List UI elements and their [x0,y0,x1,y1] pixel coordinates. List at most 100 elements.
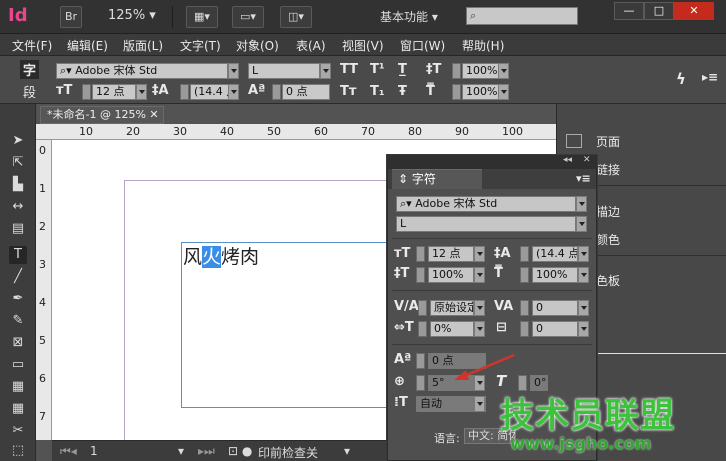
aki-dropdown[interactable] [578,321,589,337]
aki-field[interactable]: 0 [532,321,578,337]
menu-view[interactable]: 视图(V) [342,37,384,54]
menu-type[interactable]: 文字(T) [180,37,221,54]
links-panel-button[interactable]: 链接 [596,161,620,178]
document-tab[interactable]: *未命名-1 @ 125% ✕ [40,106,164,124]
panel-font-family-dropdown[interactable] [576,196,587,212]
zoom-level[interactable]: 125% ▾ [108,8,156,23]
tracking-dropdown[interactable] [578,300,589,316]
panel-font-family-field[interactable]: ⌕▾ Adobe 宋体 Std [396,196,576,212]
maximize-button[interactable]: □ [644,2,674,20]
vertical-scale-dropdown[interactable] [498,63,509,79]
quick-apply-icon[interactable]: ϟ [676,70,686,88]
color-panel-button[interactable]: 颜色 [596,231,620,248]
panel-vertical-scale-dropdown[interactable] [474,267,485,283]
character-rotation-stepper[interactable] [416,375,425,391]
panel-font-style-dropdown[interactable] [576,216,587,232]
auto-dropdown[interactable] [474,396,485,412]
baseline-shift-field[interactable]: 0 点 [282,84,330,100]
character-panel-header[interactable]: ◂◂ ✕ [387,155,597,169]
leading-field[interactable]: (14.4 点 [190,84,230,100]
character-panel-tab[interactable]: ⇕ 字符 [392,169,482,189]
search-input[interactable]: ⌕ [466,7,578,25]
font-size-field[interactable]: 12 点 [92,84,136,100]
menu-window[interactable]: 窗口(W) [400,37,445,54]
tracking-stepper[interactable] [520,300,529,316]
line-tool-icon[interactable]: ╱ [9,268,27,286]
panel-vertical-scale-field[interactable]: 100% [428,267,474,283]
type-tool-icon[interactable]: T [9,246,27,264]
font-size-dropdown[interactable] [136,84,147,100]
font-family-dropdown[interactable] [228,63,239,79]
horizontal-scale-dropdown[interactable] [498,84,509,100]
tsume-field[interactable]: 0% [430,321,474,337]
direct-selection-tool-icon[interactable]: ⇱ [9,154,27,172]
rectangle-tool-icon[interactable]: ▭ [9,356,27,374]
panel-horizontal-scale-stepper[interactable] [520,267,529,283]
first-page-icon[interactable]: ⏮◂ [60,444,77,459]
swatches-panel-button[interactable]: 色板 [596,272,620,289]
font-size-stepper[interactable] [82,84,91,100]
aki-stepper[interactable] [520,321,529,337]
strikethrough-icon[interactable]: Ŧ [398,84,407,99]
arrange-documents-button[interactable]: ◫▾ [280,6,312,28]
pencil-tool-icon[interactable]: ✎ [9,312,27,330]
scissors-tool-icon[interactable]: ✂ [9,422,27,440]
panel-horizontal-scale-field[interactable]: 100% [532,267,578,283]
leading-stepper[interactable] [180,84,189,100]
gap-tool-icon[interactable]: ↔ [9,198,27,216]
font-style-dropdown[interactable] [320,63,331,79]
content-collector-icon[interactable]: ▤ [9,220,27,238]
panel-baseline-shift-stepper[interactable] [416,353,425,369]
panel-close-icon[interactable]: ✕ [583,155,591,165]
collapse-icon[interactable]: ◂◂ [563,155,572,165]
all-caps-icon[interactable]: TT [340,62,358,77]
bridge-button[interactable]: Br [60,6,82,28]
panel-leading-dropdown[interactable] [578,246,589,262]
screen-mode-button[interactable]: ▭▾ [232,6,264,28]
next-page-icon[interactable]: ▸⏭ [198,444,215,459]
rectangle-frame-tool-icon[interactable]: ⊠ [9,334,27,352]
small-caps-icon[interactable]: Tт [340,84,356,99]
stroke-panel-button[interactable]: 描边 [596,203,620,220]
paragraph-controls-tab[interactable]: 段 [23,82,36,101]
frame-text[interactable]: 风火烤肉 [183,242,259,269]
character-panel-menu-icon[interactable]: ▾≡ [576,172,591,185]
pages-icon[interactable] [566,134,582,148]
font-style-field[interactable]: L [248,63,320,79]
pages-panel-button[interactable]: 页面 [596,133,620,150]
menu-layout[interactable]: 版面(L) [123,37,163,54]
minimize-button[interactable]: — [614,2,644,20]
page-tool-icon[interactable]: ▙ [9,176,27,194]
horizontal-scale-field[interactable]: 100% [462,84,500,100]
font-family-field[interactable]: ⌕▾ Adobe 宋体 Std [56,63,228,79]
tsume-stepper[interactable] [418,321,427,337]
workspace-switcher[interactable]: 基本功能 ▾ [380,8,438,25]
panel-font-size-stepper[interactable] [416,246,425,262]
tracking-field[interactable]: 0 [532,300,578,316]
table-tool-icon[interactable]: ▦ [9,378,27,396]
horizontal-scale-stepper[interactable] [452,84,461,100]
free-transform-tool-icon[interactable]: ⬚ [9,442,27,460]
panel-font-size-field[interactable]: 12 点 [428,246,474,262]
panel-vertical-scale-stepper[interactable] [416,267,425,283]
preflight-icon[interactable]: ⊡ ● [228,444,252,458]
panel-font-style-field[interactable]: L [396,216,576,232]
selected-character[interactable]: 火 [202,246,222,268]
vertical-scale-field[interactable]: 100% [462,63,500,79]
superscript-icon[interactable]: T¹ [370,62,385,77]
page-dropdown-icon[interactable]: ▾ [178,444,184,458]
menu-object[interactable]: 对象(O) [236,37,279,54]
kerning-field[interactable]: 原始设定 [430,300,474,316]
menu-table[interactable]: 表(A) [296,37,326,54]
panel-leading-stepper[interactable] [520,246,529,262]
kerning-dropdown[interactable] [474,300,485,316]
tsume-dropdown[interactable] [474,321,485,337]
close-button[interactable]: ✕ [674,2,714,20]
subscript-icon[interactable]: T₁ [370,84,385,99]
pen-tool-icon[interactable]: ✒ [9,290,27,308]
preflight-dropdown-icon[interactable]: ▾ [344,444,350,458]
close-tab-icon[interactable]: ✕ [149,108,158,121]
character-controls-tab[interactable]: 字 [20,60,40,79]
panel-font-size-dropdown[interactable] [474,246,485,262]
panel-leading-field[interactable]: (14.4 点 [532,246,578,262]
